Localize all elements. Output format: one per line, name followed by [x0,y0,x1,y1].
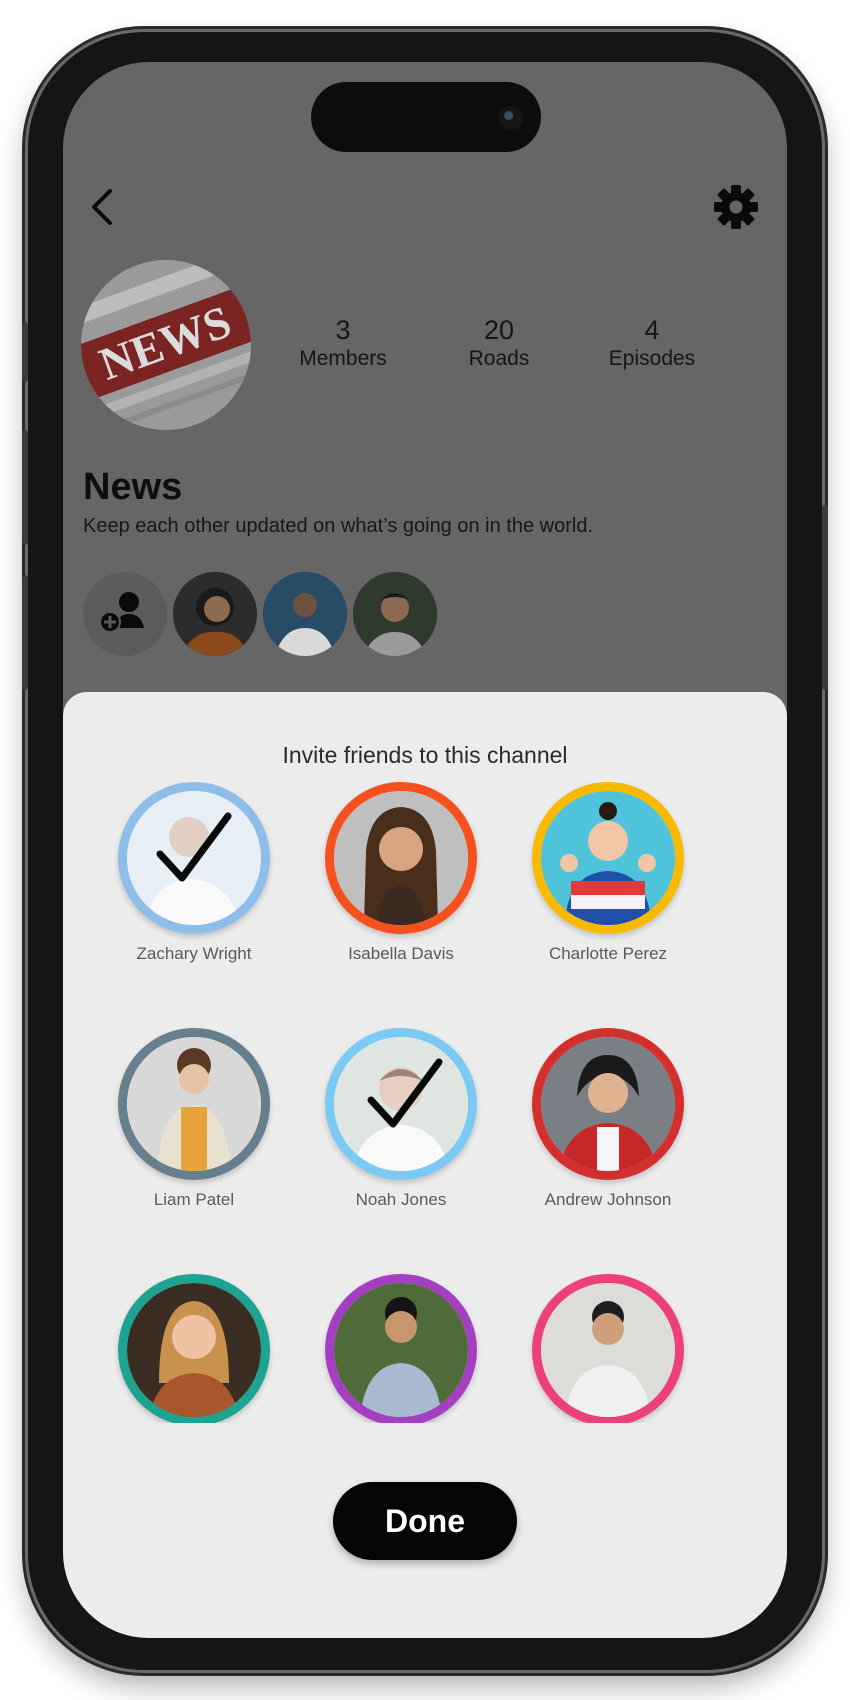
back-button[interactable] [83,187,123,227]
add-person-icon [99,592,144,633]
friend-avatar [532,782,684,934]
front-camera [499,106,523,130]
friend-item[interactable]: Isabella Davis [275,782,495,982]
invite-sheet-title: Invite friends to this channel [282,742,568,768]
settings-button[interactable] [713,184,759,230]
gear-icon [714,185,758,229]
friend-name: Andrew Johnson [544,1190,672,1209]
friend-avatar [532,1028,684,1180]
phone-action-button [22,322,28,382]
dynamic-island [311,82,541,152]
members-label: Members [299,347,387,370]
friends-grid[interactable]: Zachary Wright Isabella Davis Charlotte … [63,782,787,1423]
episodes-label: Episodes [608,347,696,370]
invite-sheet: Invite friends to this channel Zachary W… [63,692,787,1638]
friend-avatar [532,1274,684,1423]
episodes-count: 4 [644,315,660,345]
member-avatar[interactable] [173,572,257,656]
friend-name: Charlotte Perez [548,944,668,963]
channel-description: Keep each other updated on what’s going … [83,515,593,537]
friend-item[interactable]: Liam Patel [68,1028,288,1228]
member-avatar[interactable] [263,572,347,656]
roads-count: 20 [483,315,515,345]
phone-volume-up-button [22,430,28,545]
friend-item[interactable] [482,1274,702,1423]
roads-label: Roads [468,347,530,370]
friend-item[interactable] [68,1274,288,1423]
add-member-button[interactable] [83,572,167,656]
friend-item[interactable]: Charlotte Perez [482,782,702,982]
stat-episodes: 4 Episodes [572,314,732,372]
friend-avatar [118,1274,270,1423]
app-screen: NEWS 3 Members 20 Roads 4 Episodes News … [63,62,787,1638]
channel-cover-image: NEWS [81,260,251,430]
friend-avatar [325,1274,477,1423]
members-count: 3 [335,315,351,345]
friend-item[interactable]: Noah Jones [275,1028,495,1228]
stat-members: 3 Members [263,314,423,372]
checkmark-icon [367,1058,443,1128]
friend-item[interactable] [275,1274,495,1423]
stat-roads: 20 Roads [419,314,579,372]
member-avatar[interactable] [353,572,437,656]
friend-avatar [118,1028,270,1180]
checkmark-icon [156,812,232,882]
channel-title: News [83,466,183,508]
phone-volume-down-button [22,575,28,690]
chevron-left-icon [92,189,112,225]
phone-power-button [822,505,828,690]
done-button[interactable]: Done [333,1482,517,1560]
friend-item[interactable]: Andrew Johnson [482,1028,702,1228]
friend-item[interactable]: Zachary Wright [68,782,288,982]
friend-avatar [325,782,477,934]
